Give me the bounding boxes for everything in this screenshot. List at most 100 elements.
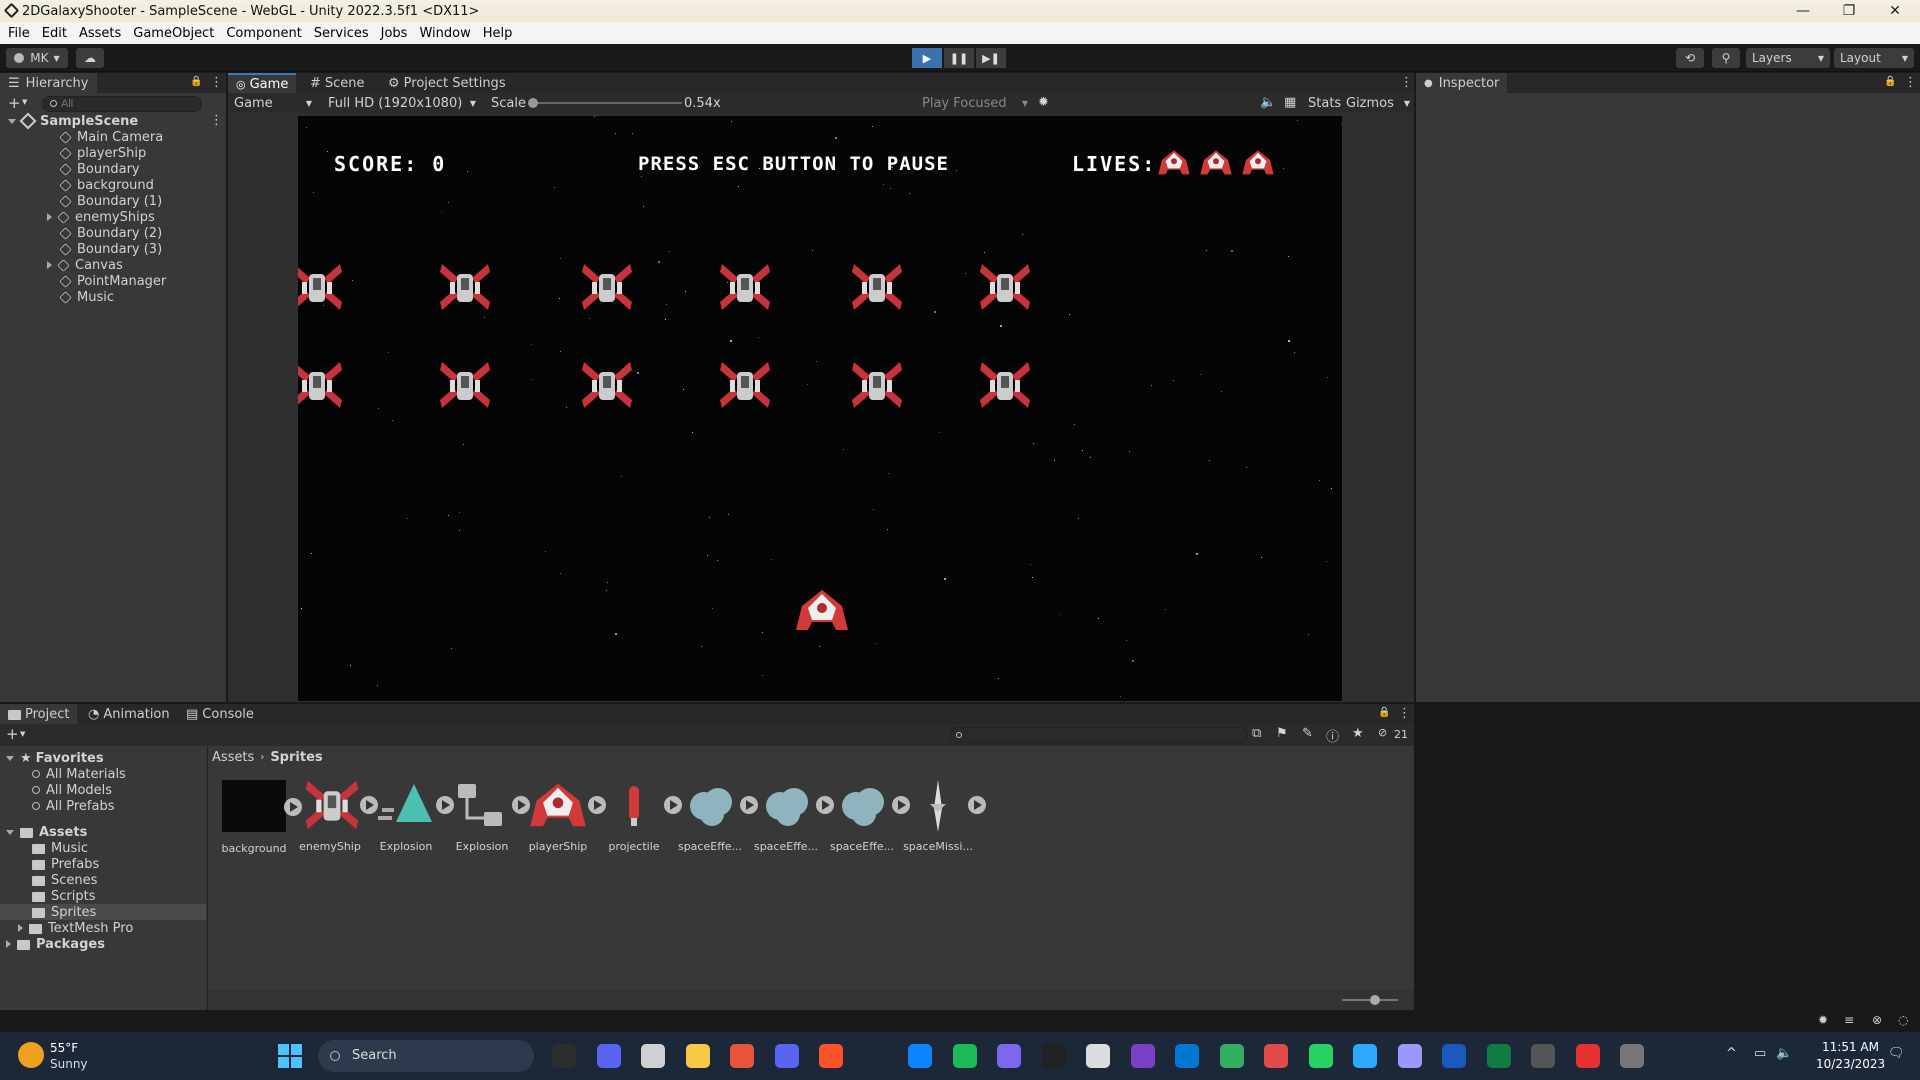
kebab-menu-icon[interactable]: ⋮ [210,75,223,90]
stack-icon[interactable]: ≡ [1844,1013,1854,1027]
unity-hub-icon[interactable] [1086,1044,1110,1068]
resolution-dropdown[interactable]: Full HD (1920x1080) ▼ [324,95,480,111]
expand-arrow-icon[interactable] [6,940,11,948]
asset-item[interactable]: Explosion [368,778,454,853]
asset-item[interactable]: spaceMissi... [900,778,986,853]
video-call-icon[interactable] [596,1044,621,1068]
expand-arrow-icon[interactable] [47,213,52,221]
hierarchy-item[interactable]: Boundary (1) [59,193,162,209]
step-button[interactable]: ▶❚ [976,48,1006,68]
breadcrumb-assets[interactable]: Assets [212,750,254,765]
folder-item[interactable]: Prefabs [32,856,99,872]
play-mode-dropdown[interactable]: Play Focused ▼ [922,95,1028,111]
menu-window[interactable]: Window [419,26,470,41]
asset-item[interactable]: spaceEffe... [748,778,834,853]
history-button[interactable]: ⟲ [1676,48,1704,68]
tab-project-settings[interactable]: ⚙ Project Settings [380,73,514,93]
tab-game[interactable]: ◎ Game [228,73,297,93]
filter-label-icon[interactable]: ⚑ [1276,726,1288,741]
gizmos-dropdown[interactable]: Gizmos ▼ [1346,95,1410,111]
premiere-icon[interactable] [1397,1044,1422,1068]
expand-asset-icon[interactable] [968,796,986,814]
restore-button[interactable]: ❐ [1826,0,1872,22]
audio-icon[interactable]: 🔈 [1260,95,1276,110]
windows-start-icon[interactable] [278,1044,302,1068]
play-button[interactable]: ▶ [912,48,942,68]
thumbnail-size-handle[interactable] [1370,995,1380,1005]
hidden-eye-icon[interactable]: ⊘ [1378,726,1387,739]
word-icon[interactable] [1442,1044,1466,1068]
hierarchy-item[interactable]: Canvas [47,257,123,273]
kebab-menu-icon[interactable]: ⋮ [1400,75,1413,90]
minimize-button[interactable]: — [1780,0,1826,22]
kebab-menu-icon[interactable]: ⋮ [1398,706,1411,721]
scene-root[interactable]: SampleScene [8,112,138,130]
chevron-down-icon[interactable]: ▼ [22,98,27,106]
menu-edit[interactable]: Edit [42,26,67,41]
tab-console[interactable]: ▤ Console [178,704,262,724]
debug-icon[interactable]: ✹ [1818,1013,1828,1027]
tab-hierarchy[interactable]: ☰ Hierarchy [0,73,97,93]
tag-icon[interactable]: ✎ [1302,726,1313,741]
scene-menu-icon[interactable]: ⋮ [210,113,223,128]
favorite-item[interactable]: All Materials [32,766,126,782]
chatgpt-icon[interactable] [1219,1044,1244,1068]
network-icon[interactable]: ▭ [1754,1046,1766,1061]
asset-item[interactable]: Explosion [444,778,530,853]
clock-app-icon[interactable] [641,1044,665,1068]
photoshop-icon[interactable] [1353,1044,1377,1068]
folder-item[interactable]: Scripts [32,888,95,904]
git-icon[interactable] [730,1044,754,1068]
whatsapp-icon[interactable] [1308,1044,1333,1068]
info-icon[interactable]: ⓘ [1326,726,1339,745]
lock-icon[interactable]: 🔒 [1884,76,1896,87]
grid-view-icon[interactable]: ▦ [1284,95,1296,110]
visual-studio-icon[interactable] [1130,1044,1155,1068]
star-icon[interactable]: ★ [1352,726,1364,741]
folder-app-icon[interactable] [685,1044,710,1068]
cache-icon[interactable]: ⊗ [1872,1013,1882,1027]
expand-arrow-icon[interactable] [8,118,16,124]
asset-item[interactable]: spaceEffe... [672,778,758,853]
vscode-icon[interactable] [1175,1044,1199,1068]
weather-icon[interactable] [18,1042,44,1068]
game-viewport[interactable]: SCORE: 0 PRESS ESC BUTTON TO PAUSE LIVES… [298,116,1342,701]
assets-root[interactable]: Assets [6,824,87,840]
progress-icon[interactable]: ◌ [1898,1013,1908,1027]
hierarchy-item[interactable]: Boundary (3) [59,241,162,257]
spotify-icon[interactable] [952,1044,977,1068]
edge-app-icon[interactable] [908,1044,932,1068]
display-dropdown[interactable]: Game ▼ [230,95,316,111]
hierarchy-search-input[interactable] [42,96,202,112]
expand-arrow-icon[interactable] [6,829,14,835]
volume-icon[interactable]: 🔈 [1776,1046,1792,1061]
expand-arrow-icon[interactable] [18,924,23,932]
discord-icon[interactable] [774,1044,799,1068]
hierarchy-item[interactable]: playerShip [59,145,146,161]
cloud-button[interactable]: ☁ [76,48,104,68]
folder-item[interactable]: Scenes [32,872,97,888]
excel-icon[interactable] [1486,1044,1511,1068]
menu-services[interactable]: Services [314,26,369,41]
folder-item[interactable]: Music [32,840,88,856]
chevron-up-icon[interactable]: ^ [1726,1046,1737,1061]
unity-editor-icon[interactable] [1620,1044,1644,1068]
unity-icon[interactable] [1531,1044,1555,1068]
tab-project[interactable]: Project [0,704,78,724]
hierarchy-item[interactable]: background [59,177,154,193]
packages-root[interactable]: Packages [6,936,105,952]
epic-games-icon[interactable] [1041,1044,1066,1068]
asset-item[interactable]: enemyShip [292,778,378,853]
menu-jobs[interactable]: Jobs [381,26,408,41]
taskbar-search-box[interactable]: Search [318,1040,534,1072]
favorite-item[interactable]: All Models [32,782,112,798]
layout-dropdown[interactable]: Layout ▼ [1834,48,1914,68]
account-button[interactable]: MK ▼ [6,48,68,68]
project-search-input[interactable] [950,727,1248,743]
favorite-item[interactable]: All Prefabs [32,798,115,814]
app-icon[interactable] [1575,1044,1600,1068]
folder-item[interactable]: TextMesh Pro [18,920,133,936]
bug-icon[interactable]: ✹ [1038,95,1049,110]
add-icon[interactable]: + [6,725,19,743]
slack-icon[interactable] [1264,1044,1288,1068]
